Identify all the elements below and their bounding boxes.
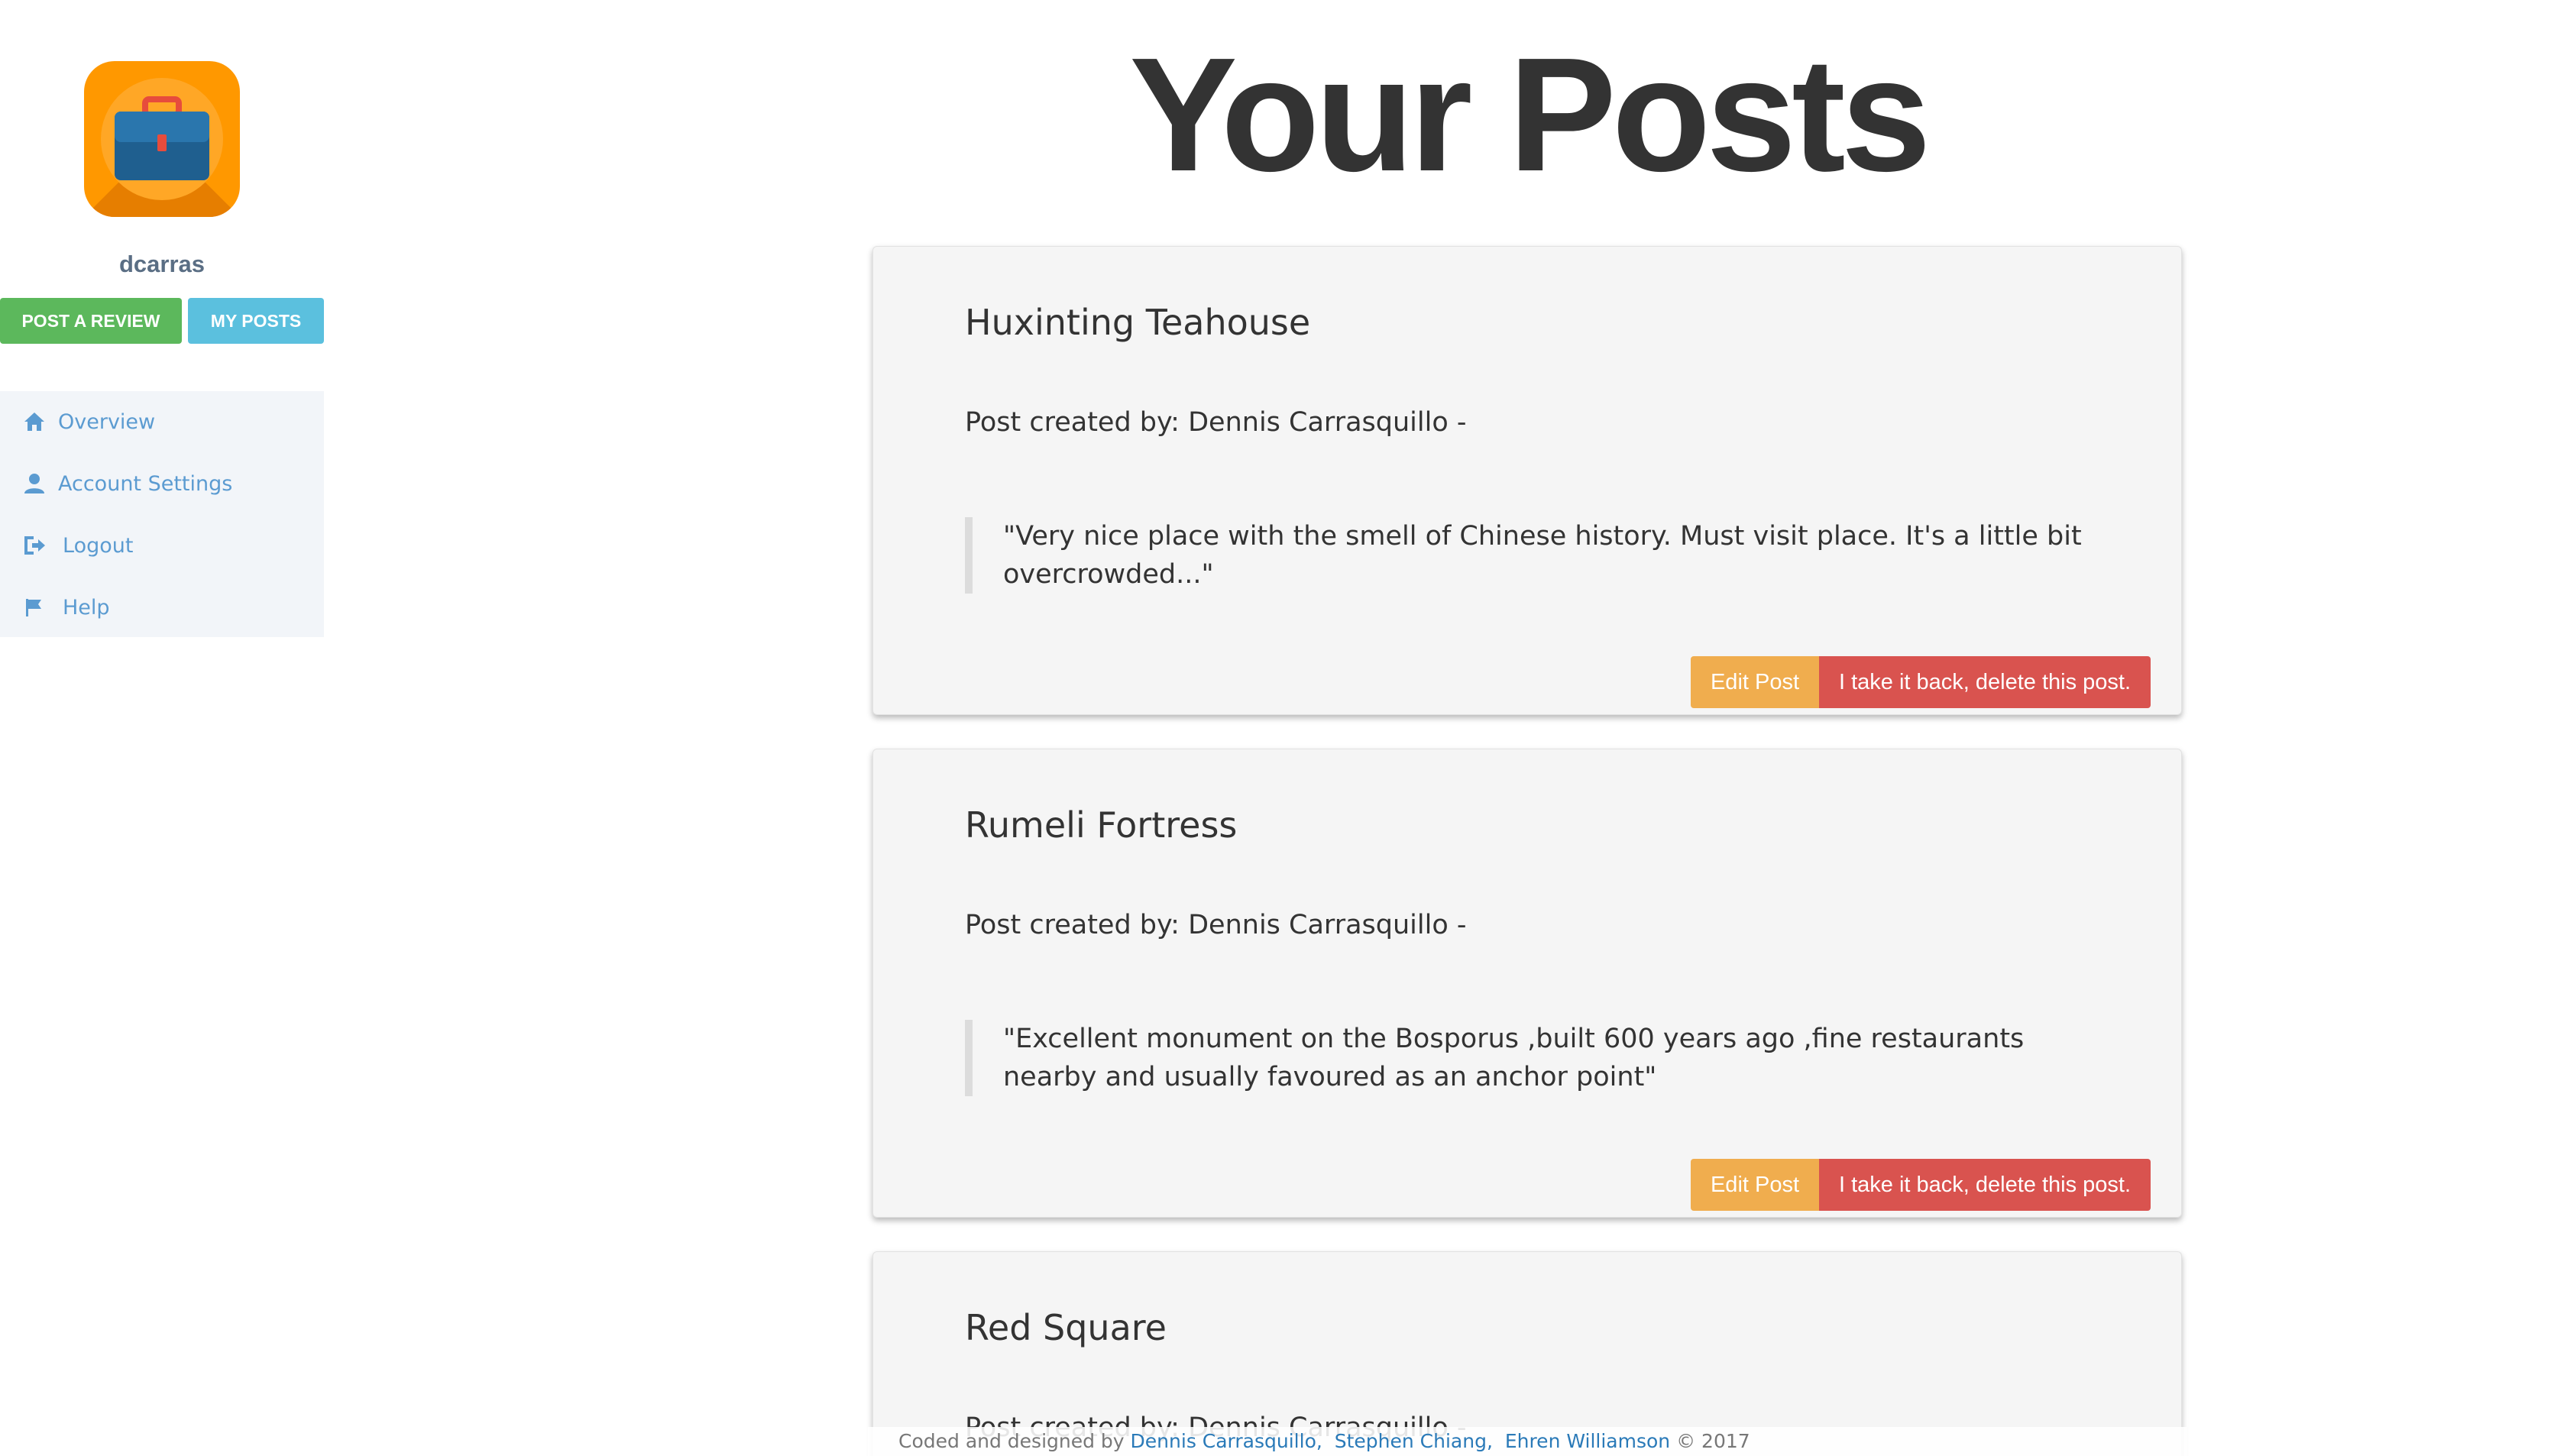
sidebar-item-overview[interactable]: Overview	[21, 406, 155, 437]
delete-post-button[interactable]: I take it back, delete this post.	[1819, 656, 2151, 708]
footer-author-link[interactable]: Dennis Carrasquillo,	[1131, 1430, 1322, 1452]
post-title: Red Square	[965, 1307, 1167, 1348]
post-actions: Edit Post I take it back, delete this po…	[1691, 1159, 2151, 1211]
post-author: Post created by: Dennis Carrasquillo -	[965, 407, 1467, 438]
sidebar-item-logout[interactable]: Logout	[21, 530, 133, 561]
post-review-button[interactable]: POST A REVIEW	[0, 298, 182, 344]
sidebar-item-label: Help	[63, 595, 110, 620]
post-quote: "Excellent monument on the Bosporus ,bui…	[965, 1020, 2096, 1096]
sidebar-item-help[interactable]: Help	[21, 592, 110, 623]
username: dcarras	[118, 251, 206, 277]
footer-author-link[interactable]: Ehren Williamson	[1505, 1430, 1670, 1452]
sidebar-item-account-settings[interactable]: Account Settings	[21, 468, 232, 499]
post-card: Rumeli Fortress Post created by: Dennis …	[872, 749, 2182, 1218]
sidebar-item-label: Account Settings	[58, 471, 233, 496]
edit-post-button[interactable]: Edit Post	[1691, 656, 1819, 708]
footer-copyright: © 2017	[1676, 1430, 1750, 1452]
my-posts-button[interactable]: MY POSTS	[188, 298, 324, 344]
footer: Coded and designed by Dennis Carrasquill…	[868, 1427, 2187, 1456]
post-title: Rumeli Fortress	[965, 804, 1238, 846]
briefcase-app-icon[interactable]	[84, 61, 240, 217]
edit-post-button[interactable]: Edit Post	[1691, 1159, 1819, 1211]
home-icon	[21, 410, 47, 433]
user-icon	[21, 472, 47, 495]
logout-icon	[21, 534, 47, 557]
flag-icon	[21, 596, 47, 619]
post-quote: "Very nice place with the smell of Chine…	[965, 517, 2096, 594]
footer-author-link[interactable]: Stephen Chiang,	[1335, 1430, 1493, 1452]
delete-post-button[interactable]: I take it back, delete this post.	[1819, 1159, 2151, 1211]
post-title: Huxinting Teahouse	[965, 302, 1311, 343]
post-card: Red Square Post created by: Dennis Carra…	[872, 1251, 2182, 1456]
footer-prefix: Coded and designed by	[898, 1430, 1125, 1452]
post-card: Huxinting Teahouse Post created by: Denn…	[872, 246, 2182, 715]
sidebar-item-label: Logout	[63, 533, 134, 558]
briefcase-icon	[115, 96, 209, 180]
post-actions: Edit Post I take it back, delete this po…	[1691, 656, 2151, 708]
post-author: Post created by: Dennis Carrasquillo -	[965, 910, 1467, 940]
page-title: Your Posts	[1129, 24, 1931, 205]
sidebar-item-label: Overview	[58, 409, 156, 434]
